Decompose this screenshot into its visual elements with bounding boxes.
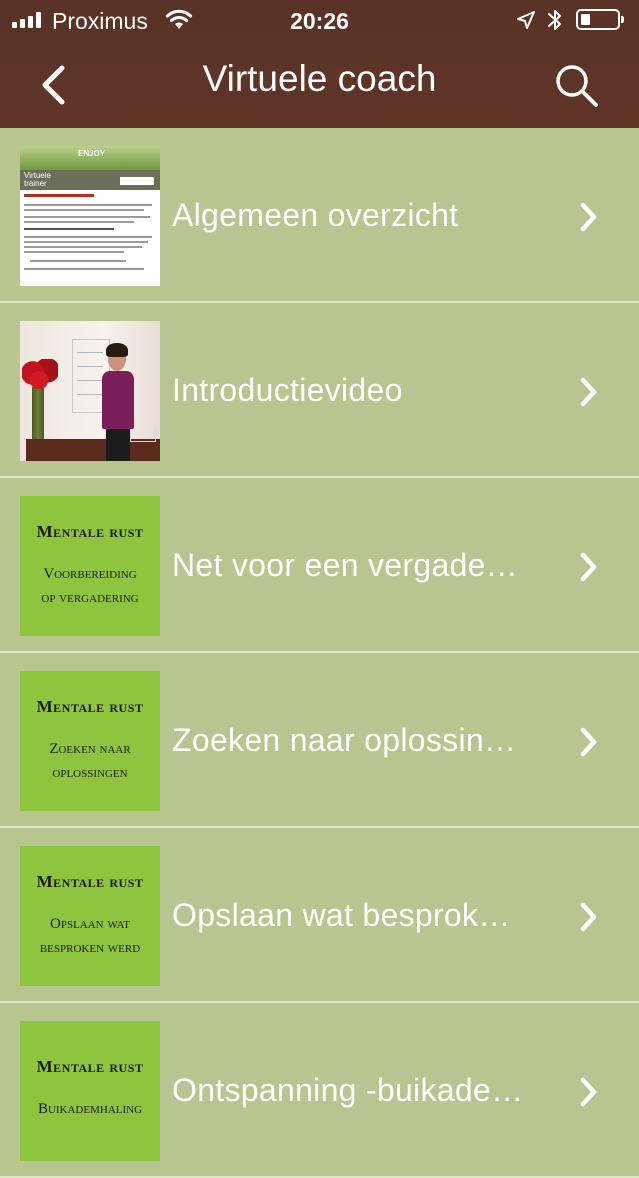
status-time: 20:26: [290, 8, 349, 34]
thumbnail-subtitle-line1: Buikademhaling: [37, 1101, 143, 1117]
mentale-rust-thumbnail: Mentale rust Buikademhaling: [20, 1021, 160, 1161]
status-bar: Proximus 20:26: [0, 0, 639, 40]
mentale-rust-thumbnail: Mentale rust Zoeken naar oplossingen: [20, 671, 160, 811]
list-item-label: Ontspanning -buikade…: [172, 1072, 524, 1108]
thumbnail-subtitle-line2: oplossingen: [52, 765, 128, 781]
thumbnail-heading: Mentale rust: [36, 522, 144, 541]
list-item-label: Introductievideo: [172, 372, 403, 408]
list-item[interactable]: Mentale rust Buikademhaling Ontspanning …: [0, 1003, 639, 1178]
thumbnail-subtitle-line2: besproken werd: [39, 940, 141, 956]
list-item[interactable]: Mentale rust Voorbereiding op vergaderin…: [0, 478, 639, 653]
list-item-label: Opslaan wat besprok…: [172, 897, 511, 933]
thumbnail-heading: Mentale rust: [36, 1057, 144, 1076]
thumbnail-logo: ENJOY: [78, 149, 106, 158]
page-title: Virtuele coach: [202, 58, 437, 99]
thumbnail-subtitle-line1: Opslaan wat: [50, 916, 130, 932]
list-item-label: Net voor een vergade…: [172, 547, 519, 583]
location-arrow-icon: [517, 11, 535, 29]
chevron-right-icon: [580, 202, 597, 232]
thumbnail-heading: Mentale rust: [36, 697, 144, 716]
chevron-right-icon: [580, 1077, 597, 1107]
chevron-right-icon: [580, 377, 597, 407]
chevron-right-icon: [580, 902, 597, 932]
thumbnail-subtitle-line1: Zoeken naar: [49, 741, 131, 757]
thumbnail-heading: Mentale rust: [36, 872, 144, 891]
mentale-rust-thumbnail: Mentale rust Voorbereiding op vergaderin…: [20, 496, 160, 636]
list-item-label: Algemeen overzicht: [172, 197, 459, 233]
battery-icon: [576, 9, 624, 30]
navigation-bar: Proximus 20:26 Virtuele coach: [0, 0, 639, 128]
chevron-right-icon: [580, 552, 597, 582]
list-item[interactable]: Mentale rust Opslaan wat besproken werd …: [0, 828, 639, 1003]
search-icon[interactable]: [552, 62, 602, 108]
document-thumbnail: ENJOY Virtuele trainer: [20, 146, 160, 286]
thumbnail-subtitle-line1: Voorbereiding: [43, 566, 137, 582]
thumbnail-subtitle-line2: op vergadering: [41, 590, 139, 606]
list-item[interactable]: Introductievideo: [0, 303, 639, 478]
chevron-right-icon: [580, 727, 597, 757]
content-list: ENJOY Virtuele trainer Algemeen overzich…: [0, 128, 639, 1178]
thumbnail-title-line2: trainer: [24, 179, 47, 188]
mentale-rust-thumbnail: Mentale rust Opslaan wat besproken werd: [20, 846, 160, 986]
list-item[interactable]: ENJOY Virtuele trainer Algemeen overzich…: [0, 128, 639, 303]
bluetooth-icon: [548, 10, 561, 30]
video-thumbnail: [20, 321, 160, 461]
list-item-label: Zoeken naar oplossin…: [172, 722, 517, 758]
list-item[interactable]: Mentale rust Zoeken naar oplossingen Zoe…: [0, 653, 639, 828]
